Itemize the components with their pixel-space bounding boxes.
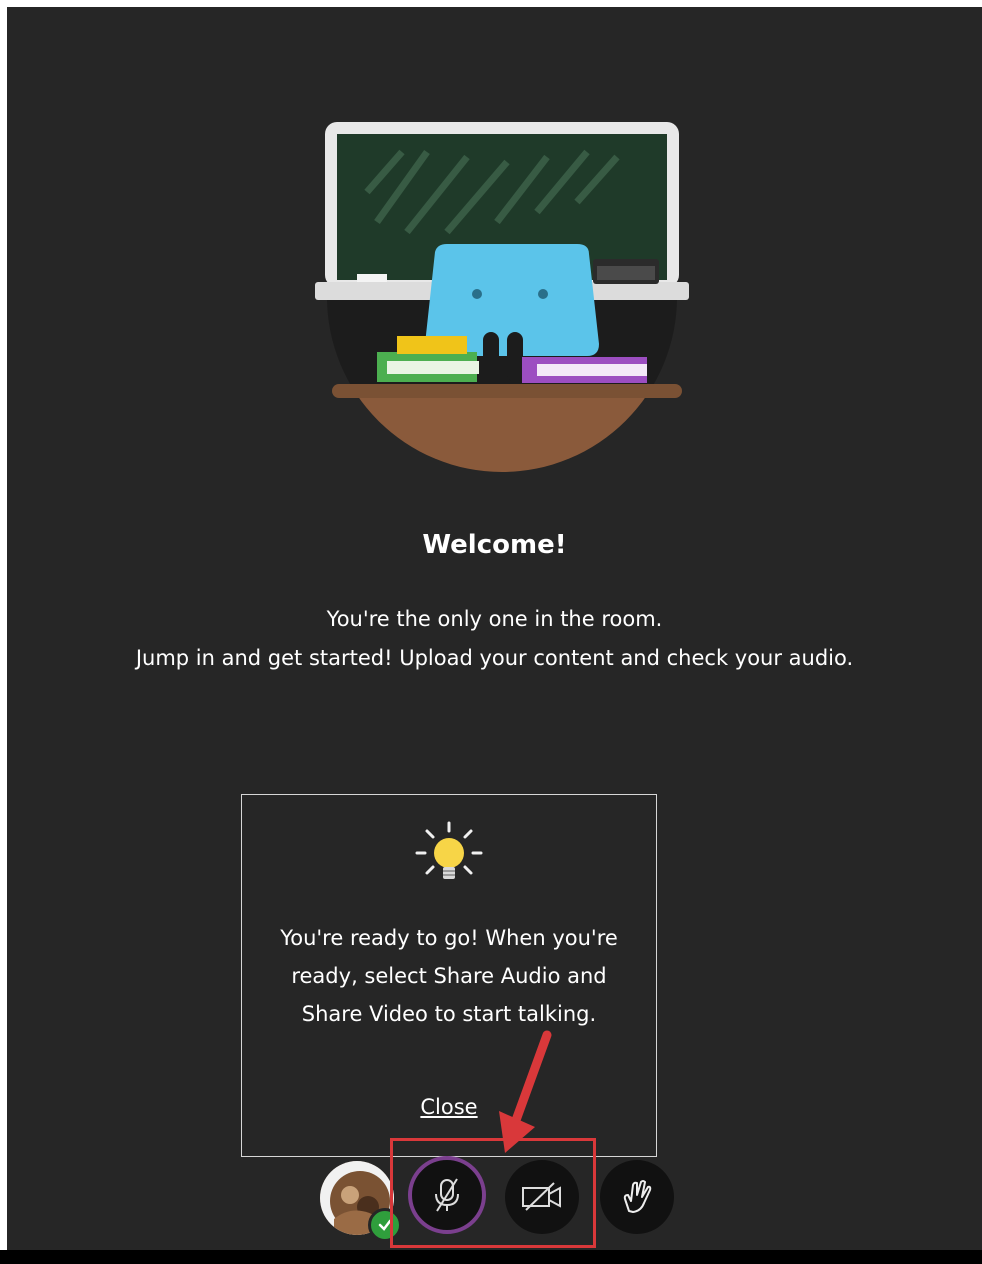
welcome-title: Welcome! [422,530,567,560]
check-icon [368,1208,402,1242]
session-room: Welcome! You're the only one in the room… [7,7,982,1250]
classroom-illustration [315,122,689,472]
raise-hand-button[interactable] [600,1160,674,1234]
lightbulb-icon [415,821,483,879]
share-audio-button[interactable] [408,1156,486,1234]
welcome-line-1: You're the only one in the room. [326,607,663,631]
raise-hand-icon [623,1180,652,1213]
welcome-line-2: Jump in and get started! Upload your con… [135,646,854,670]
tip-message: You're ready to go! When you're ready, s… [280,926,618,1026]
share-video-button[interactable] [505,1160,579,1234]
tip-popup: You're ready to go! When you're ready, s… [241,794,657,1157]
bottom-strip [0,1250,982,1264]
close-link[interactable]: Close [242,1095,656,1119]
microphone-muted-icon [435,1178,459,1212]
camera-off-icon [522,1182,561,1211]
